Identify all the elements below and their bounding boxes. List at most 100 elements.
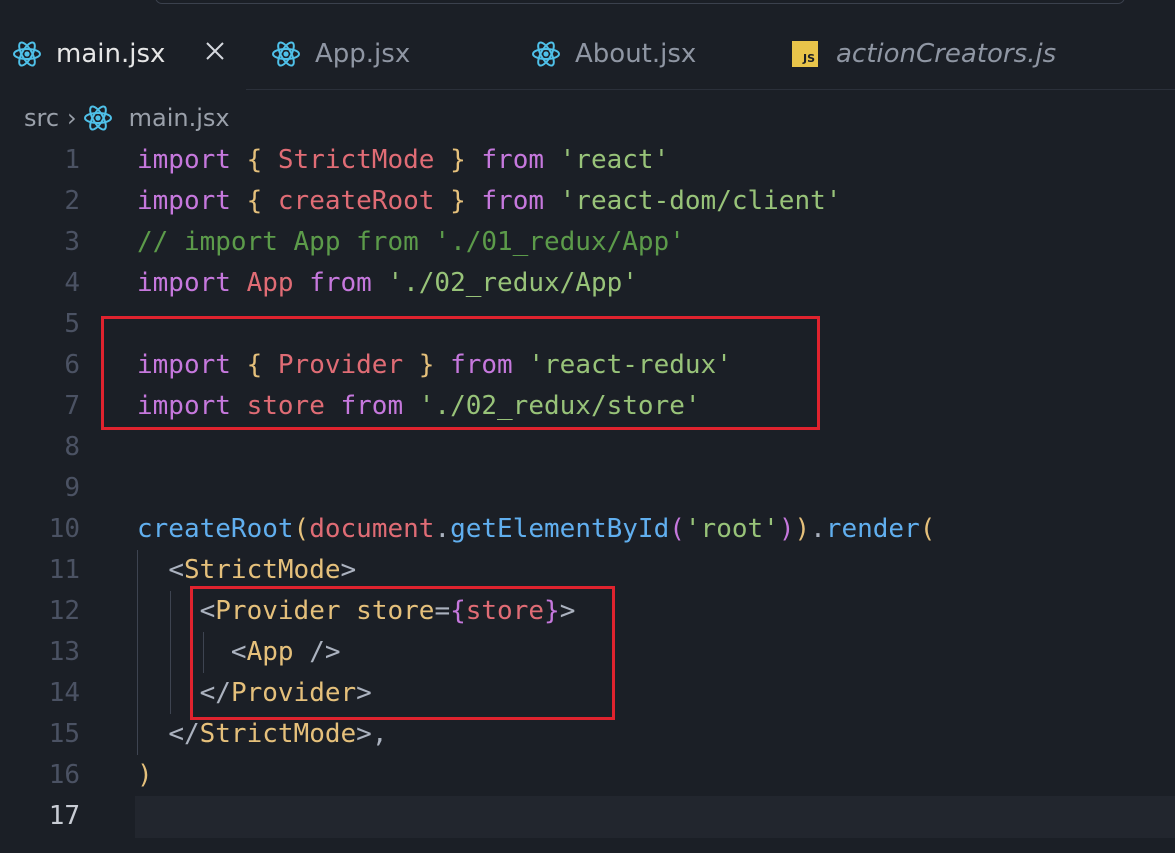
js-badge-text: JS — [802, 52, 815, 65]
react-icon — [13, 41, 41, 67]
code-token: App — [230, 268, 294, 298]
code-line[interactable]: 17 — [0, 796, 1175, 837]
chevron-right-icon: › — [67, 104, 77, 132]
code-token: ) — [137, 760, 153, 790]
command-center[interactable] — [155, 0, 1125, 4]
highlight-box-provider — [190, 586, 615, 720]
line-number: 16 — [48, 760, 80, 790]
code-token: 'root' — [684, 514, 779, 544]
code-token: ( — [669, 514, 685, 544]
code-text: </StrictMode>, — [137, 714, 387, 755]
code-token: ( — [293, 514, 310, 544]
code-token: } — [450, 145, 466, 175]
code-token: ( — [919, 514, 936, 544]
code-token: document — [309, 514, 435, 544]
code-text: // import App from './01_redux/App' — [137, 222, 685, 263]
tab-label: main.jsx — [56, 39, 166, 69]
line-number: 1 — [64, 145, 80, 175]
code-line[interactable]: 16) — [0, 755, 1175, 796]
code-text: import { StrictMode } from 'react' — [137, 140, 669, 181]
code-token: from — [465, 145, 560, 175]
js-icon: JS — [792, 41, 818, 67]
code-line[interactable]: 1 import { StrictMode } from 'react' — [0, 140, 1175, 181]
code-token: StrictMode — [262, 145, 451, 175]
tab-label: About.jsx — [575, 39, 697, 69]
code-line[interactable]: 9 — [0, 468, 1175, 509]
line-number: 2 — [64, 186, 80, 216]
code-line[interactable]: 15 </StrictMode>, — [0, 714, 1175, 755]
code-line[interactable]: 10 createRoot(document.getElementById('ro… — [0, 509, 1175, 550]
breadcrumb: src › main.jsx — [24, 98, 230, 138]
line-number: 7 — [64, 391, 80, 421]
code-token: > — [356, 719, 372, 749]
breadcrumb-file[interactable]: main.jsx — [129, 104, 230, 132]
code-token: </ — [168, 719, 200, 749]
line-number: 8 — [64, 432, 80, 462]
code-token: { — [246, 145, 263, 175]
code-token: StrictMode — [199, 719, 357, 749]
code-token: . — [810, 514, 826, 544]
line-number: 13 — [48, 637, 80, 667]
close-icon[interactable] — [204, 40, 226, 62]
code-token: 'react' — [559, 145, 670, 175]
title-bar — [0, 0, 1175, 18]
code-line[interactable]: 11 <StrictMode> — [0, 550, 1175, 591]
react-icon — [83, 105, 112, 131]
breadcrumb-folder[interactable]: src — [24, 104, 59, 132]
line-number: 4 — [64, 268, 80, 298]
code-line[interactable]: 2 import { createRoot } from 'react-dom/c… — [0, 181, 1175, 222]
code-token: import — [137, 268, 231, 298]
code-token: './02_redux/App' — [387, 268, 638, 298]
code-text: import App from './02_redux/App' — [137, 263, 638, 304]
tab-app-jsx[interactable]: App.jsx — [271, 18, 511, 90]
code-line[interactable]: 3 // import App from './01_redux/App' — [0, 222, 1175, 263]
code-line[interactable]: 8 — [0, 427, 1175, 468]
line-number: 5 — [64, 309, 80, 339]
code-token: { — [246, 186, 263, 216]
code-token: // import App from './01_redux/App' — [137, 227, 685, 257]
code-token: from — [465, 186, 560, 216]
code-token: createRoot — [262, 186, 451, 216]
line-number: 12 — [48, 596, 80, 626]
code-token: ) — [778, 514, 795, 544]
line-number: 14 — [48, 678, 80, 708]
line-number: 17 — [48, 801, 80, 831]
active-tab-indicator — [0, 88, 246, 90]
react-icon — [272, 41, 300, 67]
code-text: import { createRoot } from 'react-dom/cl… — [137, 181, 841, 222]
tab-label: App.jsx — [315, 39, 411, 69]
code-token: 'react-dom/client' — [559, 186, 842, 216]
line-number: 6 — [64, 350, 80, 380]
line-number: 9 — [64, 473, 80, 503]
line-number: 3 — [64, 227, 80, 257]
code-token: createRoot — [137, 514, 294, 544]
code-token: . — [434, 514, 451, 544]
code-text: ) — [137, 755, 153, 796]
code-token: ) — [794, 514, 811, 544]
code-token: import — [137, 145, 231, 175]
code-text: createRoot(document.getElementById('root… — [137, 509, 935, 550]
code-line[interactable]: 4 import App from './02_redux/App' — [0, 263, 1175, 304]
code-token: , — [371, 719, 388, 749]
react-icon — [532, 41, 560, 67]
code-token: StrictMode — [183, 555, 341, 585]
code-token: > — [340, 555, 357, 585]
code-text: <StrictMode> — [137, 550, 356, 591]
code-token: import — [137, 186, 231, 216]
code-token: } — [450, 186, 466, 216]
tab-action-creators-js[interactable]: JS actionCreators.js — [792, 18, 1112, 90]
code-token: from — [293, 268, 388, 298]
highlight-box-imports — [101, 316, 820, 430]
line-number: 15 — [48, 719, 80, 749]
code-token: render — [825, 514, 920, 544]
line-number: 10 — [48, 514, 80, 544]
code-token: < — [168, 555, 184, 585]
tab-about-jsx[interactable]: About.jsx — [531, 18, 771, 90]
line-number: 11 — [48, 555, 80, 585]
code-token: getElementById — [450, 514, 670, 544]
tab-label: actionCreators.js — [836, 39, 1057, 69]
